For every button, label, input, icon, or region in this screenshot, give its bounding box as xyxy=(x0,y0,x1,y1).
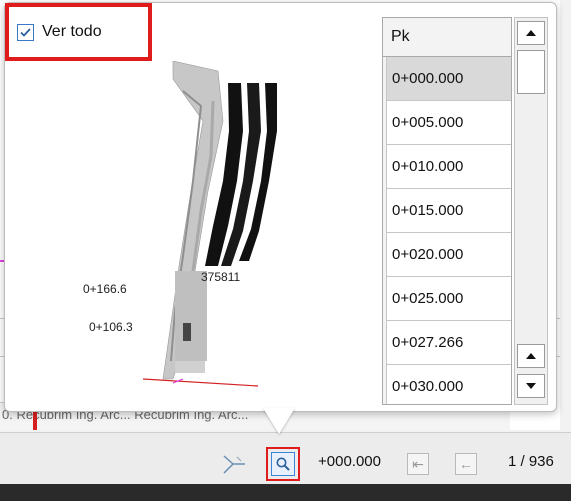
axis-icon[interactable] xyxy=(220,450,248,478)
ver-todo-checkbox[interactable]: Ver todo xyxy=(5,3,152,61)
scroll-thumb[interactable] xyxy=(517,50,545,94)
section-preview[interactable]: 0+166.6 0+106.3 375811 xyxy=(23,60,371,397)
scroll-down-icon xyxy=(526,383,536,389)
first-page-button[interactable]: ⇤ xyxy=(407,453,429,475)
previous-icon: ← xyxy=(459,456,473,472)
pk-row[interactable]: 0+010.000 xyxy=(386,145,511,189)
pk-row[interactable]: 0+000.000 xyxy=(386,57,511,101)
preview-popup: Ver todo 0+166.6 0+106.3 375811 Pk 0+000… xyxy=(4,2,557,412)
pk-row[interactable]: 0+025.000 xyxy=(386,277,511,321)
pk-column-header[interactable]: Pk xyxy=(383,18,511,57)
scroll-up-icon xyxy=(526,353,536,359)
pk-row[interactable]: 0+030.000 xyxy=(386,365,511,404)
zoom-icon xyxy=(276,457,290,471)
scroll-up-button[interactable] xyxy=(517,21,545,45)
pk-row[interactable]: 0+005.000 xyxy=(386,101,511,145)
preview-station-a: 0+166.6 xyxy=(83,282,127,296)
pk-row[interactable]: 0+027.266 xyxy=(386,321,511,365)
pk-rows: 0+000.000 0+005.000 0+010.000 0+015.000 0+02… xyxy=(383,57,511,404)
pk-row[interactable]: 0+015.000 xyxy=(386,189,511,233)
zoom-button-inner xyxy=(271,452,295,476)
scroll-down-button[interactable] xyxy=(517,374,545,398)
pk-row[interactable]: 0+020.000 xyxy=(386,233,511,277)
page-count: 1 / 936 xyxy=(508,453,554,470)
pk-value: +000.000 xyxy=(318,453,381,470)
zoom-button[interactable] xyxy=(266,447,300,481)
previous-button[interactable]: ← xyxy=(455,453,477,475)
scroll-up-button-lower[interactable] xyxy=(517,344,545,368)
ver-todo-label: Ver todo xyxy=(42,23,102,40)
scroll-up-icon xyxy=(526,30,536,36)
preview-station-b: 0+106.3 xyxy=(89,320,133,334)
first-page-icon: ⇤ xyxy=(412,455,424,472)
preview-station-c: 375811 xyxy=(201,270,240,284)
pk-table: Pk 0+000.000 0+005.000 0+010.000 0+015.000 0… xyxy=(382,17,512,405)
popup-pointer xyxy=(263,408,295,434)
bottom-area xyxy=(0,484,571,501)
checkbox-check-icon xyxy=(20,27,31,37)
checkbox-box[interactable] xyxy=(17,23,34,41)
pk-scrollbar[interactable] xyxy=(514,17,548,405)
